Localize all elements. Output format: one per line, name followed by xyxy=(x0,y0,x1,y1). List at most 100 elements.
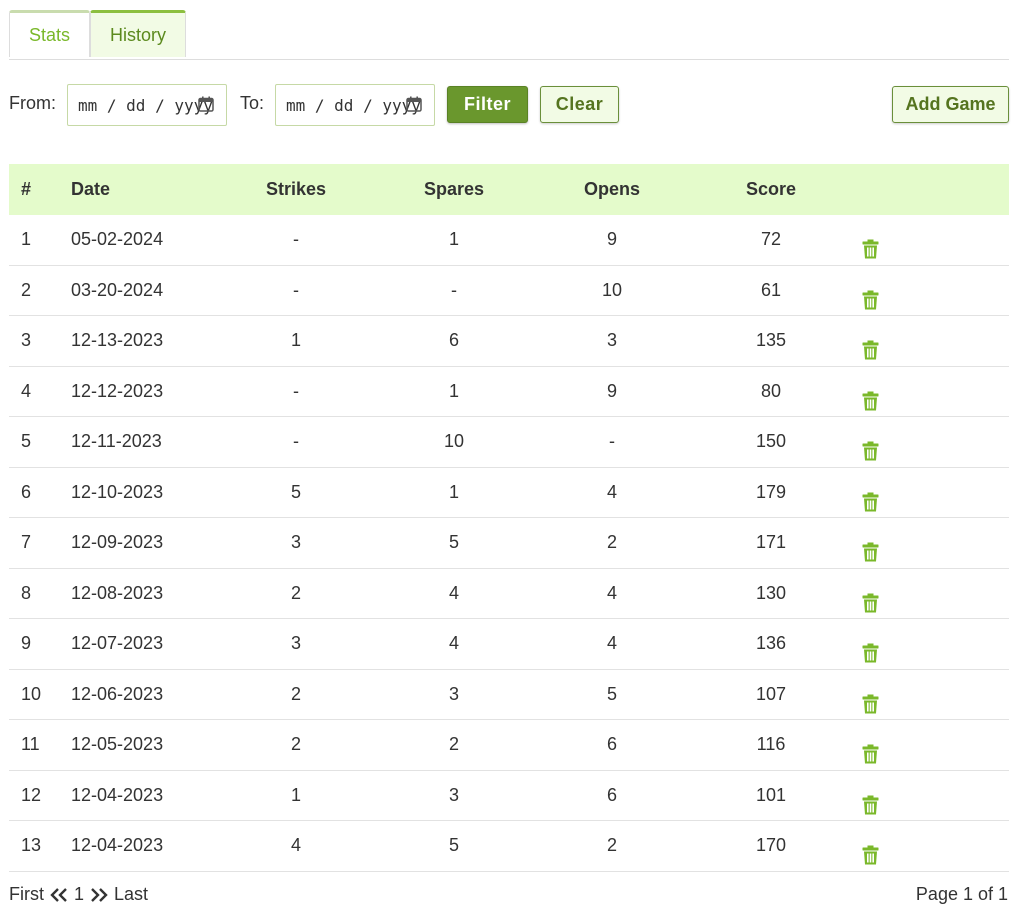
clear-button[interactable]: Clear xyxy=(540,86,619,123)
trash-icon[interactable] xyxy=(862,734,879,764)
cell-spares: 4 xyxy=(448,582,459,603)
cell-strikes: 5 xyxy=(290,481,301,502)
cell-strikes: 3 xyxy=(290,532,301,552)
cell-opens: 3 xyxy=(606,330,617,350)
cell-num: 12 xyxy=(21,784,42,805)
cell-num: 7 xyxy=(21,532,32,552)
trash-icon[interactable] xyxy=(862,835,879,865)
table-row: 8 12-08-2023 2 4 4 130 xyxy=(9,569,1009,619)
table-row: 10 12-06-2023 2 3 5 107 xyxy=(9,670,1009,720)
cell-strikes: 4 xyxy=(290,835,301,855)
table-row: 9 12-07-2023 3 4 4 136 xyxy=(9,619,1009,670)
page-number-link[interactable]: 1 xyxy=(74,884,84,905)
cell-spares: 2 xyxy=(448,734,459,754)
cell-strikes: - xyxy=(293,229,299,249)
cell-date: 12-07-2023 xyxy=(71,633,164,653)
cell-strikes: 1 xyxy=(290,784,301,805)
cell-num: 8 xyxy=(21,582,32,603)
double-chevron-right-icon[interactable] xyxy=(90,887,108,902)
tab-stats[interactable]: Stats xyxy=(9,10,90,57)
cell-score: 171 xyxy=(755,532,787,552)
cell-score: 130 xyxy=(755,582,787,603)
filter-button[interactable]: Filter xyxy=(447,86,528,123)
table-row: 1 05-02-2024 - 1 9 72 xyxy=(9,215,1009,266)
last-page-link[interactable]: Last xyxy=(114,884,148,905)
calendar-icon[interactable] xyxy=(406,96,422,112)
cell-spares: 3 xyxy=(448,784,459,805)
cell-num: 9 xyxy=(21,633,32,653)
cell-date: 12-09-2023 xyxy=(71,532,164,552)
cell-num: 2 xyxy=(21,279,32,300)
cell-spares: 5 xyxy=(448,835,459,855)
table-row: 12 12-04-2023 1 3 6 101 xyxy=(9,771,1009,821)
trash-icon[interactable] xyxy=(862,633,879,663)
cell-spares: 4 xyxy=(448,633,459,653)
cell-opens: 5 xyxy=(606,683,617,704)
cell-score: 116 xyxy=(756,734,786,754)
cell-opens: 2 xyxy=(606,532,617,552)
table-row: 2 03-20-2024 - - 10 61 xyxy=(9,266,1009,316)
cell-opens: 9 xyxy=(606,380,617,401)
cell-opens: 6 xyxy=(606,784,617,805)
table-row: 5 12-11-2023 - 10 - 150 xyxy=(9,417,1009,468)
cell-spares: 5 xyxy=(448,532,459,552)
double-chevron-left-icon[interactable] xyxy=(50,887,68,902)
cell-opens: 4 xyxy=(606,582,617,603)
table-body: 1 05-02-2024-1 9 72 2 03-20-2024- -10 61 3 12-13-… xyxy=(9,215,1009,872)
cell-date: 12-04-2023 xyxy=(71,784,164,805)
to-date-placeholder: mm / dd / yyyy xyxy=(286,96,421,115)
cell-num: 11 xyxy=(21,734,40,754)
tab-history[interactable]: History xyxy=(90,10,186,57)
cell-strikes: - xyxy=(293,279,299,300)
first-page-link[interactable]: First xyxy=(9,884,44,905)
cell-score: 107 xyxy=(755,683,787,704)
cell-num: 3 xyxy=(21,330,32,350)
to-date-input[interactable]: mm / dd / yyyy xyxy=(275,84,435,126)
trash-icon[interactable] xyxy=(862,684,879,713)
trash-icon[interactable] xyxy=(862,583,879,612)
cell-opens: 4 xyxy=(606,481,617,502)
cell-opens: 6 xyxy=(606,734,617,754)
cell-score: 179 xyxy=(755,481,787,502)
cell-strikes: 3 xyxy=(290,633,301,653)
cell-num: 13 xyxy=(21,835,42,855)
table-row: 4 12-12-2023 - 1 9 80 xyxy=(9,367,1009,417)
trash-icon[interactable] xyxy=(862,431,879,461)
to-label: To: xyxy=(240,93,265,113)
cell-opens: 9 xyxy=(606,229,617,249)
cell-score: 72 xyxy=(760,229,782,249)
cell-strikes: 2 xyxy=(290,582,301,603)
trash-icon[interactable] xyxy=(862,785,879,814)
trash-icon[interactable] xyxy=(862,532,879,562)
trash-icon[interactable] xyxy=(862,330,879,360)
table-row: 3 12-13-2023 1 6 3 135 xyxy=(9,316,1009,367)
trash-icon[interactable] xyxy=(862,280,879,309)
cell-strikes: 2 xyxy=(290,734,301,754)
cell-opens: 2 xyxy=(606,835,617,855)
from-date-input[interactable]: mm / dd / yyyy xyxy=(67,84,227,126)
cell-date: 12-11-2023 xyxy=(71,431,162,451)
cell-strikes: 1 xyxy=(290,330,301,350)
cell-date: 12-10-2023 xyxy=(71,481,164,502)
cell-num: 5 xyxy=(21,431,32,451)
tab-bar: Stats History xyxy=(9,10,1009,60)
cell-spares: - xyxy=(451,279,457,300)
trash-icon[interactable] xyxy=(862,381,879,410)
trash-icon[interactable] xyxy=(862,229,879,259)
cell-score: 80 xyxy=(760,380,782,401)
cell-date: 12-06-2023 xyxy=(71,683,164,704)
cell-num: 4 xyxy=(21,380,32,401)
cell-spares: 3 xyxy=(448,683,459,704)
cell-strikes: 2 xyxy=(290,683,301,704)
cell-score: 135 xyxy=(755,330,787,350)
calendar-icon[interactable] xyxy=(198,96,214,112)
cell-num: 10 xyxy=(21,683,42,704)
table-row: 6 12-10-2023 5 1 4 179 xyxy=(9,468,1009,518)
header-num: # xyxy=(21,179,32,199)
from-date-placeholder: mm / dd / yyyy xyxy=(78,96,213,115)
header-date: Date xyxy=(71,179,111,199)
trash-icon[interactable] xyxy=(862,482,879,511)
add-game-button[interactable]: Add Game xyxy=(892,86,1009,123)
page-info: Page 1 of 1 xyxy=(915,884,1008,904)
header-spares: Spares xyxy=(423,179,485,199)
